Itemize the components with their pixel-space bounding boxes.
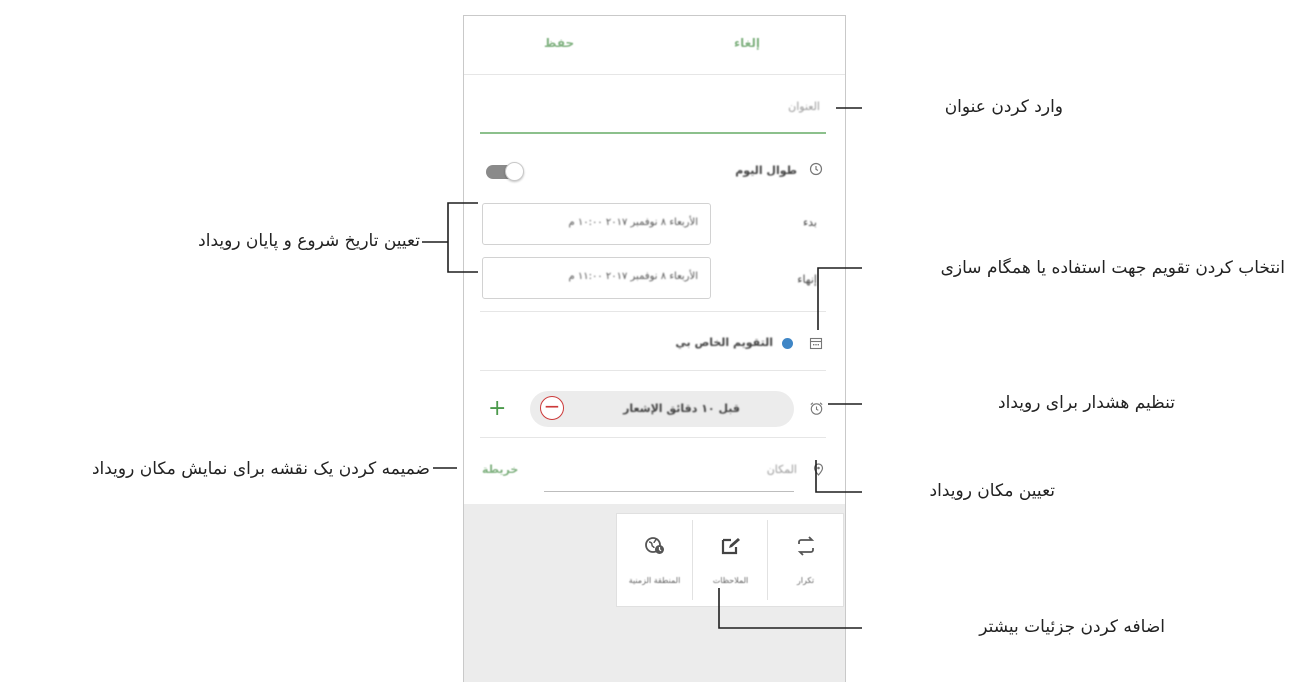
annotation-select-calendar: انتخاب كردن تقویم جهت استفاده یا همگام س… bbox=[940, 258, 1285, 278]
annotation-set-dates: تعیین تاریخ شروع و پایان رویداد bbox=[198, 231, 420, 251]
callout-lines bbox=[422, 107, 862, 629]
annotation-set-alarm: تنظیم هشدار برای رویداد bbox=[998, 393, 1175, 413]
annotation-set-location: تعیین مكان رویداد bbox=[929, 481, 1055, 501]
annotation-attach-map: ضمیمه كردن یک نقشه برای نمایش مكان رویدا… bbox=[91, 459, 430, 479]
annotation-add-details: اضافه كردن جزئیات بیشتر bbox=[979, 617, 1165, 637]
annotation-enter-title: وارد كردن عنوان bbox=[944, 97, 1063, 117]
